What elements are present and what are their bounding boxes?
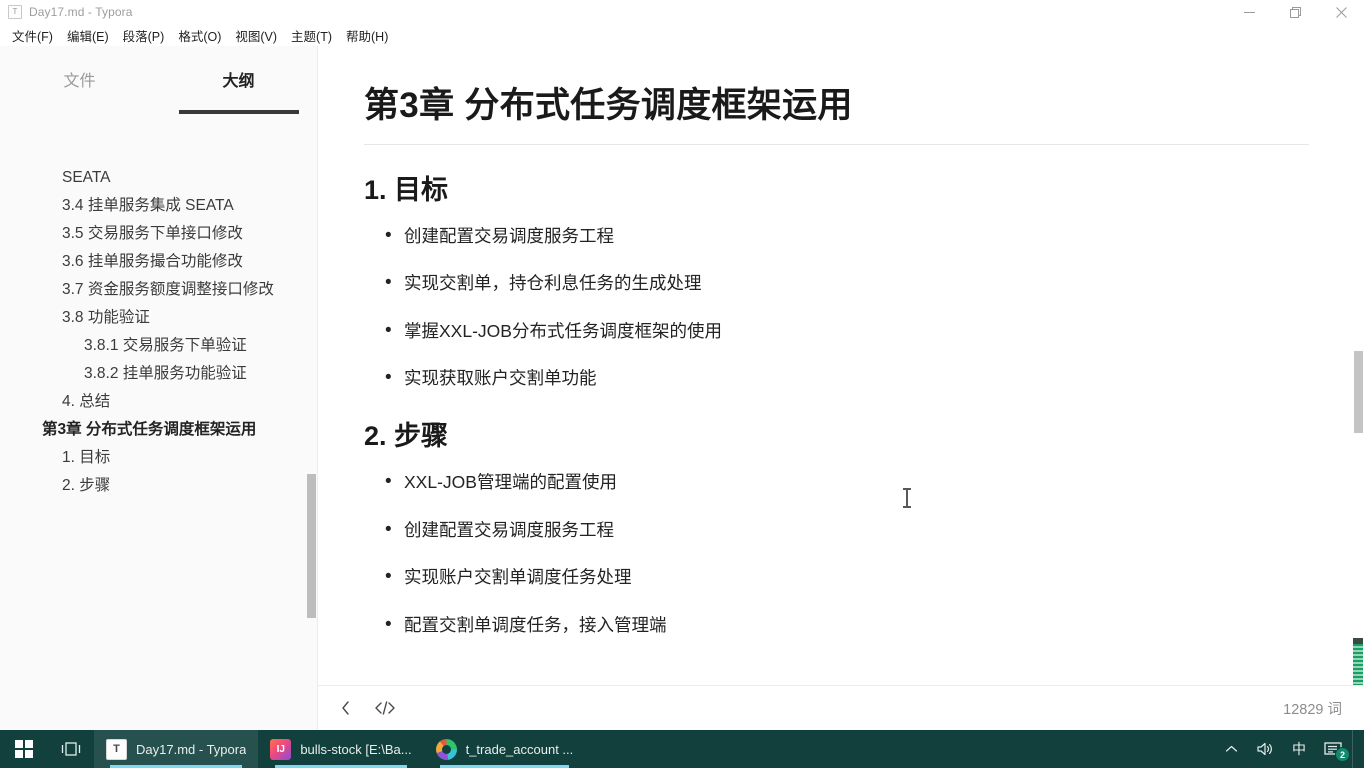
menu-format[interactable]: 格式(O) [171,24,228,47]
chevron-up-icon[interactable] [1216,730,1247,768]
list-item: XXL-JOB管理端的配置使用 [364,468,1308,496]
outline-item[interactable]: 4. 总结 [0,388,318,416]
menu-theme[interactable]: 主题(T) [284,24,339,47]
list-item: 实现账户交割单调度任务处理 [364,563,1308,591]
speaker-icon[interactable] [1247,730,1283,768]
outline-list[interactable]: SEATA 3.4 挂单服务集成 SEATA 3.5 交易服务下单接口修改 3.… [0,114,318,730]
outline-item[interactable]: 3.5 交易服务下单接口修改 [0,220,318,248]
document-editor[interactable]: 第3章 分布式任务调度框架运用 1. 目标 创建配置交易调度服务工程 实现交割单… [318,46,1364,685]
taskbar-app-label: t_trade_account ... [465,741,574,757]
menu-paragraph[interactable]: 段落(P) [116,24,172,47]
tab-files[interactable]: 文件 [0,62,159,106]
content-scrollbar-thumb[interactable] [1354,351,1363,433]
sidebar: 文件 大纲 SEATA 3.4 挂单服务集成 SEATA 3.5 交易服务下单接… [0,46,318,730]
word-count[interactable]: 12829 词 [1283,698,1342,719]
section-heading: 1. 目标 [364,174,449,205]
list-item: 实现交割单，持仓利息任务的生成处理 [364,269,1308,297]
section-heading: 2. 步骤 [364,421,449,452]
outline-item-current-chapter[interactable]: 第3章 分布式任务调度框架运用 [0,416,318,444]
section-list: 创建配置交易调度服务工程 实现交割单，持仓利息任务的生成处理 掌握XXL-JOB… [364,222,1308,392]
list-item: 创建配置交易调度服务工程 [364,516,1308,544]
minimize-icon[interactable] [1226,0,1272,24]
menu-bar: 文件(F) 编辑(E) 段落(P) 格式(O) 视图(V) 主题(T) 帮助(H… [0,24,1364,46]
outline-item[interactable]: 3.7 资金服务额度调整接口修改 [0,276,318,304]
title-bar: T Day17.md - Typora [0,0,1364,24]
outline-item[interactable]: 2. 步骤 [0,472,318,500]
list-item: 实现获取账户交割单功能 [364,364,1308,392]
source-code-icon[interactable] [374,700,396,716]
outline-item[interactable]: 3.8.1 交易服务下单验证 [0,332,318,360]
tab-outline[interactable]: 大纲 [159,62,318,106]
workspace: 文件 大纲 SEATA 3.4 挂单服务集成 SEATA 3.5 交易服务下单接… [0,46,1364,730]
document-title: 第3章 分布式任务调度框架运用 [364,84,1309,145]
sidebar-scrollbar-thumb[interactable] [307,474,316,618]
taskbar-app-datagrip[interactable]: t_trade_account ... [424,730,586,768]
section-list: XXL-JOB管理端的配置使用 创建配置交易调度服务工程 实现账户交割单调度任务… [364,468,1308,639]
close-icon[interactable] [1318,0,1364,24]
status-bar: 12829 词 [318,685,1364,730]
taskbar-app-typora[interactable]: T Day17.md - Typora [94,730,259,768]
taskbar-app-label: Day17.md - Typora [136,741,247,757]
system-tray: 中 2 [1216,730,1364,768]
taskbar-app-label: bulls-stock [E:\Ba... [300,741,412,757]
task-view-icon[interactable] [48,730,94,768]
outline-item[interactable]: 3.8.2 挂单服务功能验证 [0,360,318,388]
taskbar-app-intellij[interactable]: IJ bulls-stock [E:\Ba... [258,730,423,768]
outline-item[interactable]: SEATA [0,164,318,192]
outline-item[interactable]: 3.8 功能验证 [0,304,318,332]
back-chevron-icon[interactable] [340,700,352,716]
menu-help[interactable]: 帮助(H) [339,24,395,47]
menu-view[interactable]: 视图(V) [228,24,284,47]
outline-item[interactable]: 3.4 挂单服务集成 SEATA [0,192,318,220]
window-controls [1226,0,1364,24]
list-item: 创建配置交易调度服务工程 [364,222,1308,250]
datagrip-icon [435,738,457,760]
text-cursor [903,488,911,508]
intellij-idea-icon: IJ [270,738,292,760]
window-title: Day17.md - Typora [29,5,133,19]
windows-start-icon[interactable] [0,730,48,768]
list-item: 掌握XXL-JOB分布式任务调度框架的使用 [364,317,1308,345]
outline-item[interactable]: 1. 目标 [0,444,318,472]
notifications-icon[interactable]: 2 [1315,730,1352,768]
menu-edit[interactable]: 编辑(E) [60,24,116,47]
typora-app-icon: T [8,5,22,19]
sidebar-tabs: 文件 大纲 [0,62,318,106]
menu-file[interactable]: 文件(F) [5,24,60,47]
ime-indicator[interactable]: 中 [1283,730,1315,768]
typora-icon: T [106,738,127,760]
taskbar: T Day17.md - Typora IJ bulls-stock [E:\B… [0,730,1364,768]
outline-item[interactable]: 3.6 挂单服务撮合功能修改 [0,248,318,276]
show-desktop-button[interactable] [1352,730,1358,768]
list-item: 配置交割单调度任务，接入管理端 [364,611,1308,639]
restore-icon[interactable] [1272,0,1318,24]
notification-badge-count: 2 [1335,747,1350,762]
document-body[interactable]: 第3章 分布式任务调度框架运用 1. 目标 创建配置交易调度服务工程 实现交割单… [318,46,1309,639]
